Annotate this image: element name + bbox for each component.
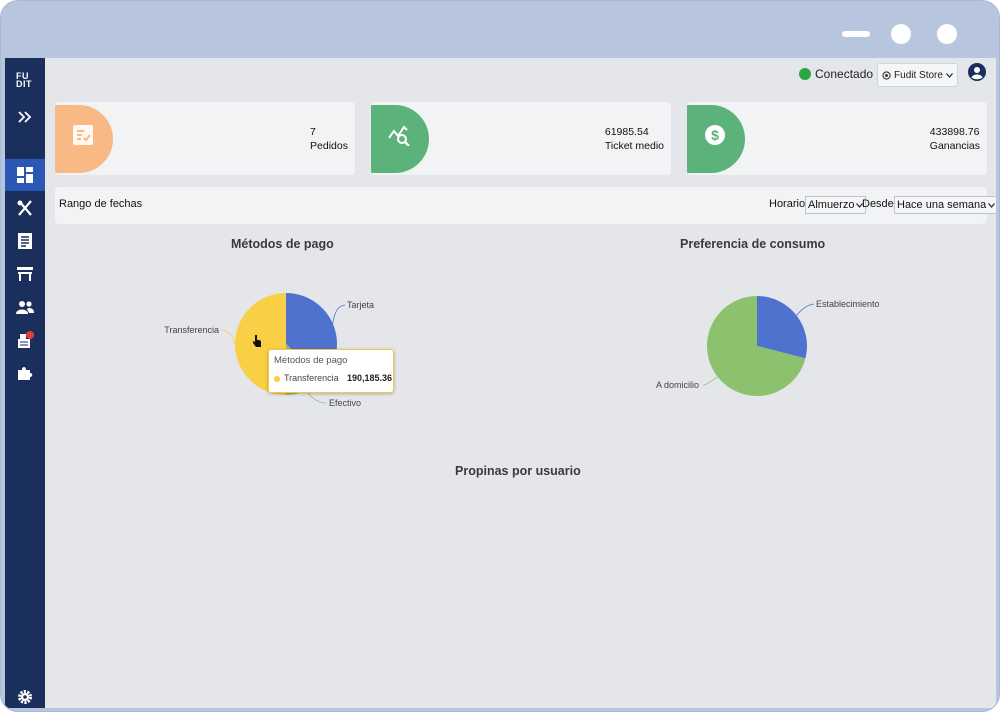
tooltip-series-name: Transferencia (284, 373, 339, 383)
user-menu-button[interactable] (968, 63, 986, 86)
pie-leader-line (702, 376, 718, 386)
location-icon (882, 70, 891, 80)
dashboard-icon (17, 167, 33, 183)
table-icon (17, 267, 33, 281)
schedule-label: Horario (769, 198, 806, 210)
sidebar-item-cash-register[interactable] (5, 324, 45, 356)
puzzle-icon (18, 367, 33, 380)
orders-card-text: 7 Pedidos (310, 125, 348, 153)
tips-per-user-title: Propinas por usuario (455, 464, 581, 478)
payment-methods-title: Métodos de pago (231, 237, 334, 251)
connection-status: Conectado (815, 67, 874, 81)
expand-sidebar-button[interactable] (5, 101, 45, 133)
window-frame: FU DIT Conectado Fudit Store 7 Pedidos 6… (0, 0, 1000, 712)
earnings-card: $ 433898.76 Ganancias (687, 102, 987, 175)
store-selector[interactable]: Fudit Store (877, 63, 958, 87)
trend-search-icon (388, 124, 412, 151)
date-filter-bar: Rango de fechas Horario Almuerzo Desde H… (55, 187, 996, 224)
chevron-down-icon (945, 72, 953, 78)
avg-ticket-card-text: 61985.54 Ticket medio (605, 125, 664, 153)
utensils-icon (17, 200, 32, 216)
since-select[interactable]: Hace una semana (894, 196, 996, 214)
orders-label: Pedidos (310, 140, 348, 152)
order-list-icon (72, 124, 94, 151)
payment-methods-pie: Tarjeta Efectivo Transferencia (164, 293, 374, 408)
cash-register-icon (18, 331, 34, 348)
sidebar-item-plugins[interactable] (5, 357, 45, 389)
tooltip-value: 190,185.36 (347, 373, 393, 383)
tooltip-title: Métodos de pago (274, 355, 348, 366)
orders-count: 7 (310, 126, 316, 138)
schedule-value: Almuerzo (808, 199, 855, 211)
users-icon (16, 301, 34, 314)
minimize-button[interactable] (842, 31, 870, 37)
pie-label: A domicilio (656, 380, 699, 390)
sidebar-item-orders[interactable] (5, 225, 45, 257)
close-button[interactable] (937, 24, 957, 44)
mouse-cursor-icon (253, 335, 261, 347)
app-area: FU DIT Conectado Fudit Store 7 Pedidos 6… (5, 58, 996, 708)
maximize-button[interactable] (891, 24, 911, 44)
connection-status-dot (799, 68, 811, 80)
sidebar: FU DIT (5, 58, 45, 708)
sidebar-item-settings[interactable] (5, 681, 45, 708)
svg-text:$: $ (711, 127, 719, 143)
chevron-double-right-icon (18, 111, 32, 123)
pie-label: Transferencia (164, 325, 219, 335)
since-value: Hace una semana (897, 199, 987, 211)
account-icon (968, 63, 986, 81)
pie-label: Tarjeta (347, 300, 374, 310)
consumption-preference-pie: Establecimiento A domicilio (656, 296, 880, 396)
chevron-down-icon (988, 202, 996, 208)
store-name: Fudit Store (894, 69, 943, 81)
receipt-icon (18, 233, 32, 249)
avg-ticket-value: 61985.54 (604, 126, 649, 138)
sidebar-item-dashboard[interactable] (5, 159, 45, 191)
pie-leader-line (332, 304, 346, 324)
title-bar (1, 1, 999, 58)
dollar-icon: $ (704, 124, 726, 151)
pie-label: Efectivo (329, 398, 361, 408)
pie-leader-line (796, 303, 815, 316)
tooltip-series-dot (274, 376, 280, 382)
pie-label: Establecimiento (816, 299, 880, 309)
pie-leader-line (220, 329, 236, 345)
top-bar: Conectado Fudit Store (45, 58, 996, 96)
since-label: Desde (862, 198, 894, 210)
sidebar-item-users[interactable] (5, 291, 45, 323)
avg-ticket-card: 61985.54 Ticket medio (371, 102, 671, 175)
earnings-label: Ganancias (929, 140, 980, 152)
earnings-value: 433898.76 (929, 126, 980, 138)
avg-ticket-label: Ticket medio (604, 140, 664, 152)
gear-icon (18, 690, 32, 704)
date-range-label: Rango de fechas (59, 198, 143, 210)
orders-card: 7 Pedidos (55, 102, 355, 175)
consumption-preference-title: Preferencia de consumo (680, 237, 826, 251)
earnings-card-text: 433898.76 Ganancias (930, 125, 980, 153)
sidebar-item-tables[interactable] (5, 258, 45, 290)
app-logo: FU DIT (16, 71, 32, 89)
chart-tooltip: Métodos de pago Transferencia 190,185.36 (268, 349, 394, 393)
schedule-select[interactable]: Almuerzo (805, 196, 867, 214)
sidebar-item-menu[interactable] (5, 192, 45, 224)
